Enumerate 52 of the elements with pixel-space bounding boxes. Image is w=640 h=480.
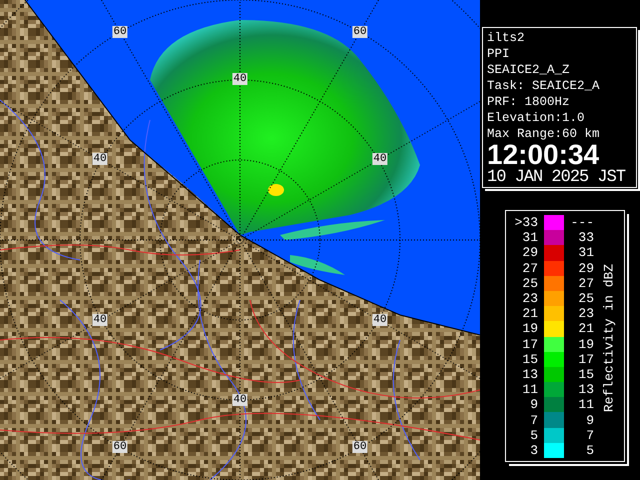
legend-label: 25	[521, 276, 538, 291]
legend-label: 11	[577, 397, 594, 412]
info-text: ilts2	[487, 30, 526, 46]
legend-label: 27	[521, 260, 538, 276]
info-text: Elevation:1.0	[487, 110, 586, 126]
legend-label: 9	[529, 397, 538, 412]
legend-label: 33	[577, 230, 594, 246]
legend-label: 29	[521, 245, 538, 260]
range-label: 40	[232, 73, 248, 85]
legend-label: ---	[570, 215, 594, 230]
legend-label: 7	[585, 428, 594, 443]
range-label: 40	[372, 153, 388, 165]
info-text: Max Range:60 km	[487, 126, 601, 142]
legend-label: 17	[577, 352, 594, 367]
range-label: 40	[232, 394, 248, 406]
legend-label: 25	[577, 291, 594, 306]
info-text: Task: SEAICE2_A	[487, 78, 601, 94]
range-label: 60	[352, 441, 368, 453]
legend-label: 23	[577, 306, 594, 322]
legend-label: 23	[521, 291, 538, 306]
legend-label: 13	[521, 366, 538, 382]
legend-label: 11	[521, 382, 538, 398]
range-label: 40	[92, 314, 108, 326]
time-text: 12:00:34	[487, 142, 600, 168]
range-label: 40	[92, 153, 108, 165]
legend-label: 31	[577, 245, 594, 260]
legend-label: 19	[521, 321, 538, 336]
legend-label: >33	[514, 215, 538, 230]
legend-label: 31	[521, 230, 538, 246]
info-text: SEAICE2_A_Z	[487, 62, 571, 78]
range-label: 60	[352, 26, 368, 38]
info-text: PRF: 1800Hz	[487, 94, 571, 110]
legend-label: 21	[521, 306, 538, 322]
legend-label: 5	[529, 428, 538, 443]
range-label: 60	[112, 26, 128, 38]
range-label: 60	[112, 441, 128, 453]
legend-label: 19	[577, 336, 594, 352]
legend-label: 21	[577, 321, 594, 336]
legend-label: 15	[521, 352, 538, 367]
date-text: 10 JAN 2025 JST	[487, 168, 626, 188]
legend-label: 13	[577, 382, 594, 398]
legend-label: 17	[521, 336, 538, 352]
info-text: PPI	[487, 46, 511, 62]
range-label: 40	[372, 314, 388, 326]
legend-label: 5	[585, 442, 594, 458]
legend-label: 29	[577, 260, 594, 276]
legend-label: 3	[529, 442, 538, 458]
legend-label: 15	[577, 366, 594, 382]
legend-label: 7	[529, 412, 538, 428]
legend-label: 9	[585, 412, 594, 428]
legend-title: Reflectivity in dBZ	[602, 264, 616, 412]
legend-label: 27	[577, 276, 594, 291]
